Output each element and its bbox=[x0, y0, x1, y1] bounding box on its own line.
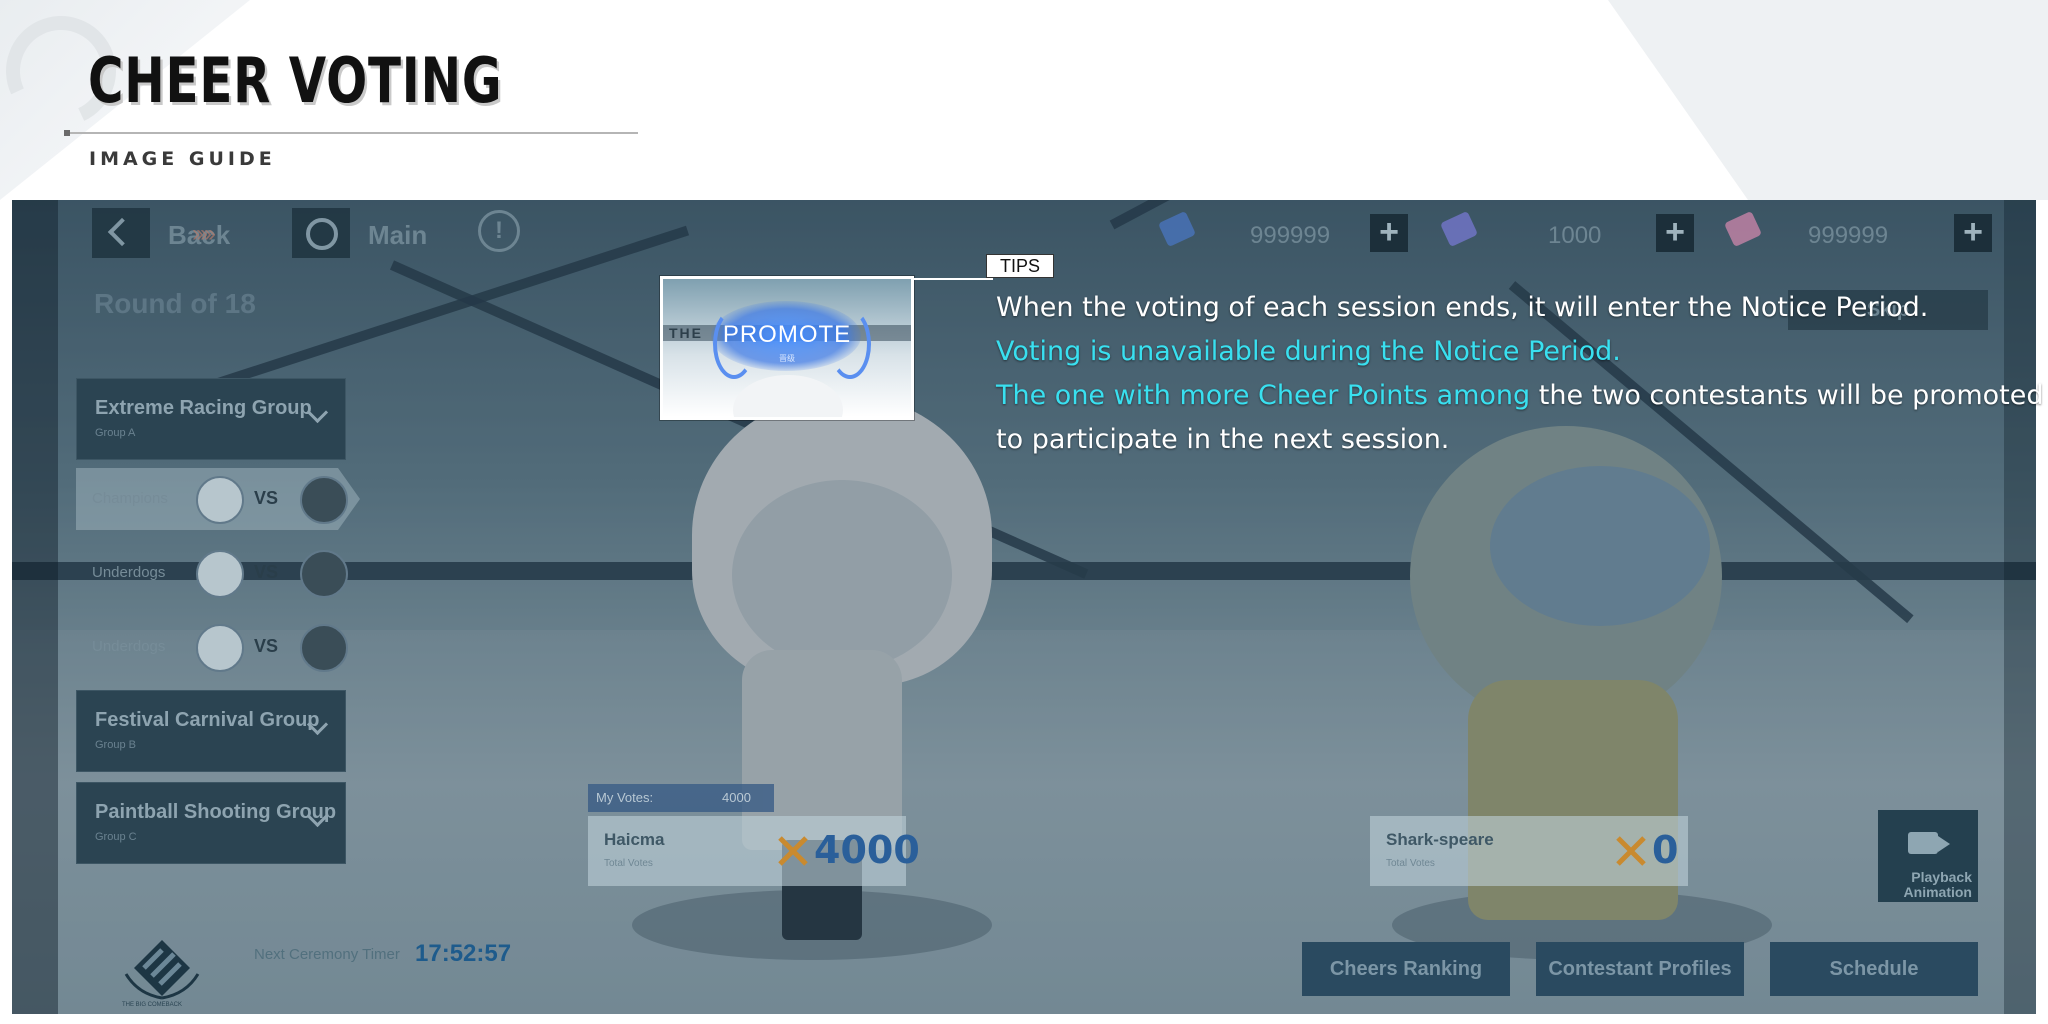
vs-label: VS bbox=[254, 636, 279, 656]
contestant-avatar bbox=[196, 624, 244, 672]
total-votes-label: Total Votes bbox=[604, 858, 653, 869]
contestant-avatar bbox=[300, 476, 348, 524]
cheers-ranking-button[interactable]: Cheers Ranking bbox=[1302, 942, 1510, 996]
add-currency-button[interactable]: + bbox=[1370, 214, 1408, 252]
tips-badge: TIPS bbox=[986, 254, 1054, 278]
cheer-tool-icon bbox=[1616, 836, 1646, 866]
match-row-champions[interactable]: Champions VS bbox=[76, 468, 360, 530]
title-divider bbox=[64, 132, 638, 134]
playback-animation-button[interactable]: Playback Animation bbox=[1878, 810, 1978, 902]
tips-line-4: to participate in the next session. bbox=[996, 424, 1450, 455]
contestant-name: Shark-speare bbox=[1386, 830, 1494, 849]
timer-value: 17:52:57 bbox=[415, 940, 512, 967]
title-divider-dot bbox=[64, 130, 70, 136]
currency-amount: 1000 bbox=[1548, 222, 1602, 249]
my-votes-label: My Votes: bbox=[596, 790, 654, 805]
vote-count: 4000 bbox=[814, 828, 920, 872]
total-votes-label: Total Votes bbox=[1386, 858, 1435, 869]
tips-line-3: The one with more Cheer Points among the… bbox=[996, 374, 2043, 418]
info-button[interactable]: ! bbox=[478, 210, 520, 252]
tips-line-2: Voting is unavailable during the Notice … bbox=[996, 336, 1621, 367]
page-title: CHEER VOTING bbox=[88, 44, 503, 117]
main-label: Main bbox=[368, 220, 428, 250]
tips-line-1: When the voting of each session ends, it… bbox=[996, 292, 1929, 323]
my-votes-tag: My Votes: 4000 bbox=[588, 784, 774, 812]
tips-leader-line bbox=[911, 278, 993, 280]
match-label: Underdogs bbox=[92, 638, 166, 655]
chevron-left-icon bbox=[107, 217, 137, 247]
match-label: Underdogs bbox=[92, 564, 166, 581]
group-subtitle: Group B bbox=[95, 739, 136, 751]
schedule-button[interactable]: Schedule bbox=[1770, 942, 1978, 996]
vs-label: VS bbox=[254, 488, 279, 508]
contestant-avatar bbox=[196, 550, 244, 598]
add-currency-button[interactable]: + bbox=[1954, 214, 1992, 252]
group-subtitle: Group C bbox=[95, 831, 137, 843]
playback-label: Playback Animation bbox=[1903, 869, 1972, 900]
tips-text: When the voting of each session ends, it… bbox=[996, 286, 2043, 462]
circle-icon bbox=[306, 218, 338, 250]
promote-sublabel: 晋级 bbox=[779, 354, 795, 363]
currency-amount: 999999 bbox=[1250, 222, 1331, 249]
podium-dome bbox=[733, 375, 843, 417]
contestant-avatar bbox=[300, 624, 348, 672]
main-button[interactable] bbox=[292, 208, 350, 258]
add-currency-button[interactable]: + bbox=[1656, 214, 1694, 252]
vote-count: 0 bbox=[1652, 828, 1679, 872]
contestant-avatar bbox=[300, 550, 348, 598]
contestant-name: Haicma bbox=[604, 830, 665, 849]
match-row-underdogs[interactable]: Underdogs VS bbox=[76, 616, 360, 678]
arrows-decoration-icon: ››››› bbox=[192, 220, 216, 247]
back-button[interactable] bbox=[92, 208, 150, 258]
header-background-right bbox=[1608, 0, 2048, 200]
round-label: Round of 18 bbox=[94, 288, 256, 319]
tips-line-3-highlight: The one with more Cheer Points among bbox=[996, 380, 1531, 411]
tips-line-3-rest: the two contestants will be promoted bbox=[1530, 380, 2044, 411]
vote-card-shark-speare[interactable]: Shark-speare Total Votes 0 bbox=[1370, 816, 1688, 886]
vote-card-haicma[interactable]: Haicma Total Votes 4000 bbox=[588, 816, 920, 886]
page-subtitle: IMAGE GUIDE bbox=[89, 148, 276, 170]
match-label: Champions bbox=[92, 490, 168, 507]
group-name: Festival Carnival Group bbox=[95, 709, 320, 731]
promote-thumbnail: THE PROMOTE 晋级 bbox=[660, 276, 914, 420]
the-big-comeback-logo bbox=[124, 940, 200, 1000]
currency-amount: 999999 bbox=[1808, 222, 1889, 249]
group-extreme-racing[interactable]: Extreme Racing Group Group A bbox=[76, 378, 346, 460]
group-festival-carnival[interactable]: Festival Carnival Group Group B bbox=[76, 690, 346, 772]
camera-icon bbox=[1908, 832, 1938, 854]
my-votes-value: 4000 bbox=[722, 790, 751, 805]
cheer-tool-icon bbox=[778, 836, 808, 866]
contestant-profiles-button[interactable]: Contestant Profiles bbox=[1536, 942, 1744, 996]
group-subtitle: Group A bbox=[95, 427, 136, 439]
logo-caption: THE BIG COMEBACK bbox=[122, 1002, 183, 1008]
group-name: Extreme Racing Group bbox=[95, 397, 312, 419]
timer-label: Next Ceremony Timer bbox=[254, 946, 400, 963]
vs-label: VS bbox=[254, 562, 279, 582]
contestant-avatar bbox=[196, 476, 244, 524]
group-paintball-shooting[interactable]: Paintball Shooting Group Group C bbox=[76, 782, 346, 864]
match-row-underdogs[interactable]: Underdogs VS bbox=[76, 542, 360, 604]
promote-label: PROMOTE bbox=[722, 321, 852, 348]
camera-lens-icon bbox=[1938, 836, 1950, 852]
group-name: Paintball Shooting Group bbox=[95, 801, 337, 823]
